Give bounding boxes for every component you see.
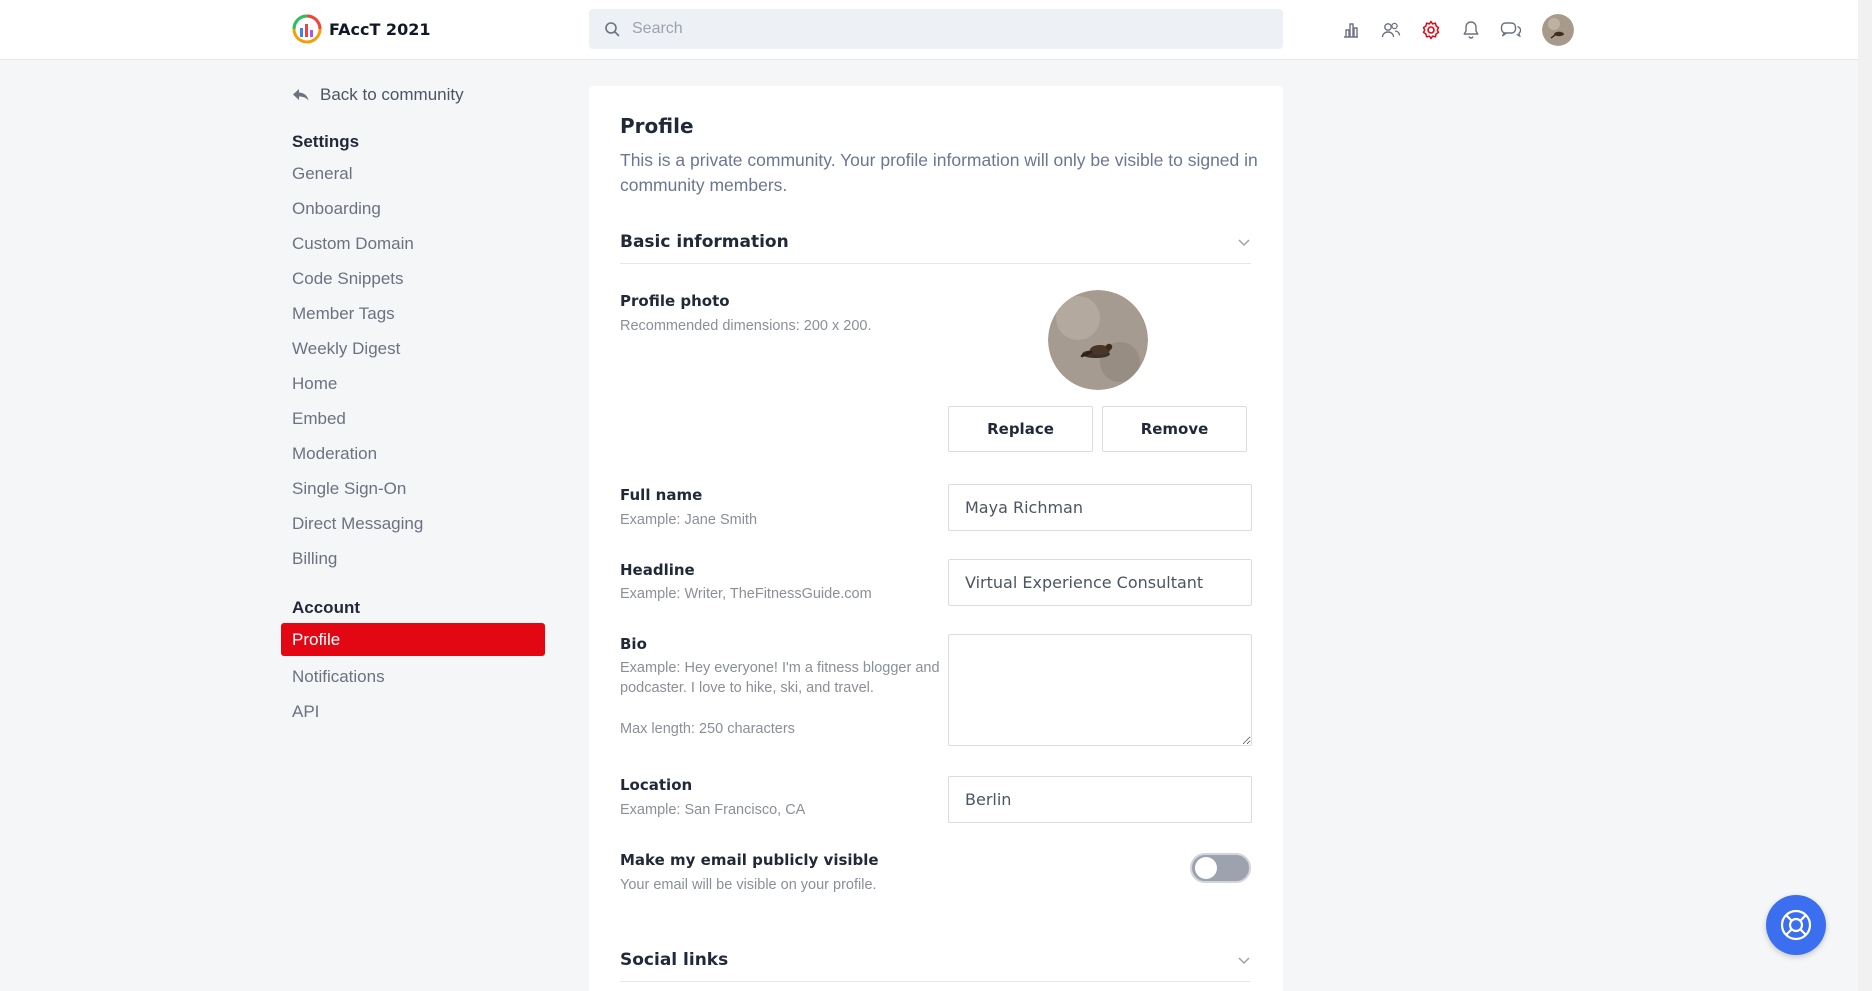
email-visibility-label: Make my email publicly visible (620, 851, 879, 869)
headline-field[interactable] (948, 559, 1252, 606)
sidebar-item-profile[interactable]: Profile (281, 623, 545, 656)
sidebar-item-embed[interactable]: Embed (281, 401, 545, 436)
profile-photo (1048, 290, 1148, 390)
help-button[interactable] (1766, 895, 1826, 955)
sidebar-item-general[interactable]: General (281, 156, 545, 191)
profile-photo-help: Recommended dimensions: 200 x 200. (620, 318, 872, 334)
community-name: FAccT 2021 (329, 19, 431, 39)
email-visibility-toggle[interactable] (1190, 853, 1251, 883)
page-scrollbar[interactable] (1858, 0, 1872, 991)
location-label: Location (620, 776, 693, 794)
bio-textarea[interactable] (948, 634, 1252, 746)
bio-label: Bio (620, 635, 647, 653)
email-visibility-help: Your email will be visible on your profi… (620, 877, 877, 893)
full-name-field[interactable] (948, 484, 1252, 531)
headline-help: Example: Writer, TheFitnessGuide.com (620, 586, 872, 602)
toggle-knob (1195, 857, 1217, 879)
back-link-label: Back to community (320, 85, 464, 104)
brand[interactable]: FAccT 2021 (292, 14, 430, 44)
community-logo-icon (292, 14, 322, 44)
settings-sidebar: Back to community Settings General Onboa… (281, 80, 545, 729)
messages-icon[interactable] (1496, 15, 1526, 45)
reply-arrow-icon (293, 89, 309, 101)
sidebar-item-moderation[interactable]: Moderation (281, 436, 545, 471)
social-links-heading: Social links (620, 949, 729, 970)
back-to-community-link[interactable]: Back to community (281, 80, 545, 110)
account-heading: Account (292, 598, 360, 617)
profile-photo-label: Profile photo (620, 292, 730, 310)
sidebar-item-code-snippets[interactable]: Code Snippets (281, 261, 545, 296)
full-name-help: Example: Jane Smith (620, 512, 758, 528)
sidebar-item-home[interactable]: Home (281, 366, 545, 401)
chevron-down-icon (1238, 956, 1250, 964)
notifications-bell-icon[interactable] (1456, 15, 1486, 45)
chevron-down-icon (1238, 238, 1250, 246)
search-icon (605, 22, 620, 37)
social-links-section-header[interactable]: Social links (620, 938, 1251, 982)
basic-information-section-header[interactable]: Basic information (620, 220, 1251, 264)
full-name-label: Full name (620, 486, 703, 504)
sidebar-item-api[interactable]: API (281, 694, 545, 729)
page-title: Profile (620, 114, 694, 138)
sidebar-item-notifications[interactable]: Notifications (281, 659, 545, 694)
sidebar-item-custom-domain[interactable]: Custom Domain (281, 226, 545, 261)
analytics-icon[interactable] (1336, 15, 1366, 45)
members-icon[interactable] (1376, 15, 1406, 45)
sidebar-item-single-sign-on[interactable]: Single Sign-On (281, 471, 545, 506)
account-nav: Profile Notifications API (281, 623, 545, 729)
user-avatar[interactable] (1542, 14, 1574, 46)
settings-nav: General Onboarding Custom Domain Code Sn… (281, 156, 545, 576)
basic-information-heading: Basic information (620, 231, 789, 252)
bio-help: Example: Hey everyone! I'm a fitness blo… (620, 660, 940, 696)
location-field[interactable] (948, 776, 1252, 823)
sidebar-item-onboarding[interactable]: Onboarding (281, 191, 545, 226)
top-bar: FAccT 2021 (0, 0, 1872, 60)
settings-gear-icon[interactable] (1416, 15, 1446, 45)
location-help: Example: San Francisco, CA (620, 802, 806, 818)
sidebar-item-weekly-digest[interactable]: Weekly Digest (281, 331, 545, 366)
search-input[interactable] (632, 20, 1252, 38)
sidebar-item-member-tags[interactable]: Member Tags (281, 296, 545, 331)
header-icons (1336, 14, 1574, 46)
headline-label: Headline (620, 561, 695, 579)
profile-settings-card: Profile This is a private community. You… (589, 86, 1283, 991)
bio-max-length: Max length: 250 characters (620, 721, 795, 737)
sidebar-item-billing[interactable]: Billing (281, 541, 545, 576)
lifebuoy-icon (1780, 909, 1812, 941)
replace-photo-button[interactable]: Replace (948, 406, 1093, 452)
settings-heading: Settings (292, 132, 360, 151)
sidebar-item-direct-messaging[interactable]: Direct Messaging (281, 506, 545, 541)
search-bar[interactable] (589, 9, 1283, 49)
privacy-description: This is a private community. Your profil… (620, 150, 1258, 195)
remove-photo-button[interactable]: Remove (1102, 406, 1247, 452)
